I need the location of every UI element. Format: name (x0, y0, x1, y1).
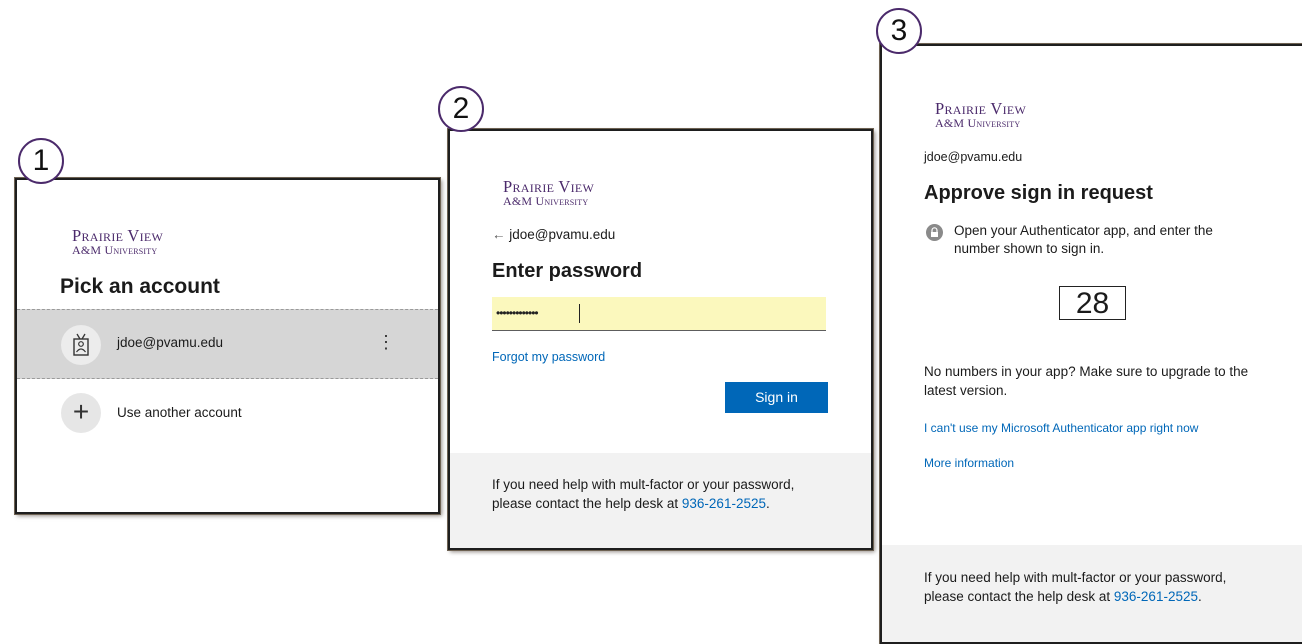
badge-icon (73, 333, 89, 356)
prairie-view-logo: Prairie View A&M University (503, 178, 594, 208)
help-text: If you need help with mult-factor or you… (924, 568, 1269, 606)
help-desk-phone-link[interactable]: 936-261-2525 (682, 496, 766, 511)
cant-use-authenticator-link[interactable]: I can't use my Microsoft Authenticator a… (924, 421, 1198, 435)
help-footer: If you need help with mult-factor or you… (882, 545, 1302, 642)
step-1-badge: 1 (18, 138, 64, 184)
back-email-row[interactable]: ← jdoe@pvamu.edu (492, 227, 615, 242)
page-title: Pick an account (60, 275, 220, 298)
account-row[interactable]: jdoe@pvamu.edu ⋮ (17, 309, 438, 379)
lock-icon (931, 227, 938, 237)
help-text: If you need help with mult-factor or you… (492, 475, 837, 513)
logo-line-2: A&M University (503, 193, 589, 208)
back-arrow-icon[interactable]: ← (492, 227, 506, 242)
account-email: jdoe@pvamu.edu (509, 227, 616, 242)
authenticator-instruction: Open your Authenticator app, and enter t… (954, 223, 1213, 256)
help-desk-phone-link[interactable]: 936-261-2525 (1114, 589, 1198, 604)
account-email: jdoe@pvamu.edu (117, 335, 224, 350)
prairie-view-logo: Prairie View A&M University (935, 100, 1026, 130)
help-footer: If you need help with mult-factor or you… (450, 453, 871, 548)
account-email: jdoe@pvamu.edu (924, 150, 1023, 164)
logo-line-2: A&M University (72, 242, 158, 257)
use-another-account-row[interactable]: + Use another account (17, 381, 438, 445)
enter-password-panel: Prairie View A&M University ← jdoe@pvamu… (448, 129, 873, 550)
step-2-badge: 2 (438, 86, 484, 132)
more-information-link[interactable]: More information (924, 456, 1014, 470)
password-value: ••••••••••••• (496, 306, 539, 320)
more-options-icon[interactable]: ⋮ (377, 332, 395, 353)
approve-signin-panel: Prairie View A&M University jdoe@pvamu.e… (880, 44, 1302, 644)
page-title: Enter password (492, 260, 643, 282)
no-numbers-text: No numbers in your app? Make sure to upg… (924, 364, 1249, 398)
sign-in-button[interactable]: Sign in (725, 382, 828, 413)
use-another-account-label: Use another account (117, 405, 242, 420)
authenticator-icon (926, 224, 943, 241)
prairie-view-logo: Prairie View A&M University (72, 227, 163, 257)
text-cursor (579, 304, 580, 323)
step-3-badge: 3 (876, 8, 922, 54)
forgot-password-link[interactable]: Forgot my password (492, 350, 605, 364)
password-input[interactable]: ••••••••••••• (492, 297, 826, 331)
page-title: Approve sign in request (924, 182, 1153, 204)
logo-line-2: A&M University (935, 115, 1021, 130)
sign-in-number: 28 (1059, 286, 1126, 320)
help-text-end: . (765, 496, 770, 511)
pick-account-panel: Prairie View A&M University Pick an acco… (15, 178, 440, 514)
add-icon: + (61, 393, 101, 433)
help-text-end: . (1197, 589, 1202, 604)
account-avatar (61, 325, 101, 365)
